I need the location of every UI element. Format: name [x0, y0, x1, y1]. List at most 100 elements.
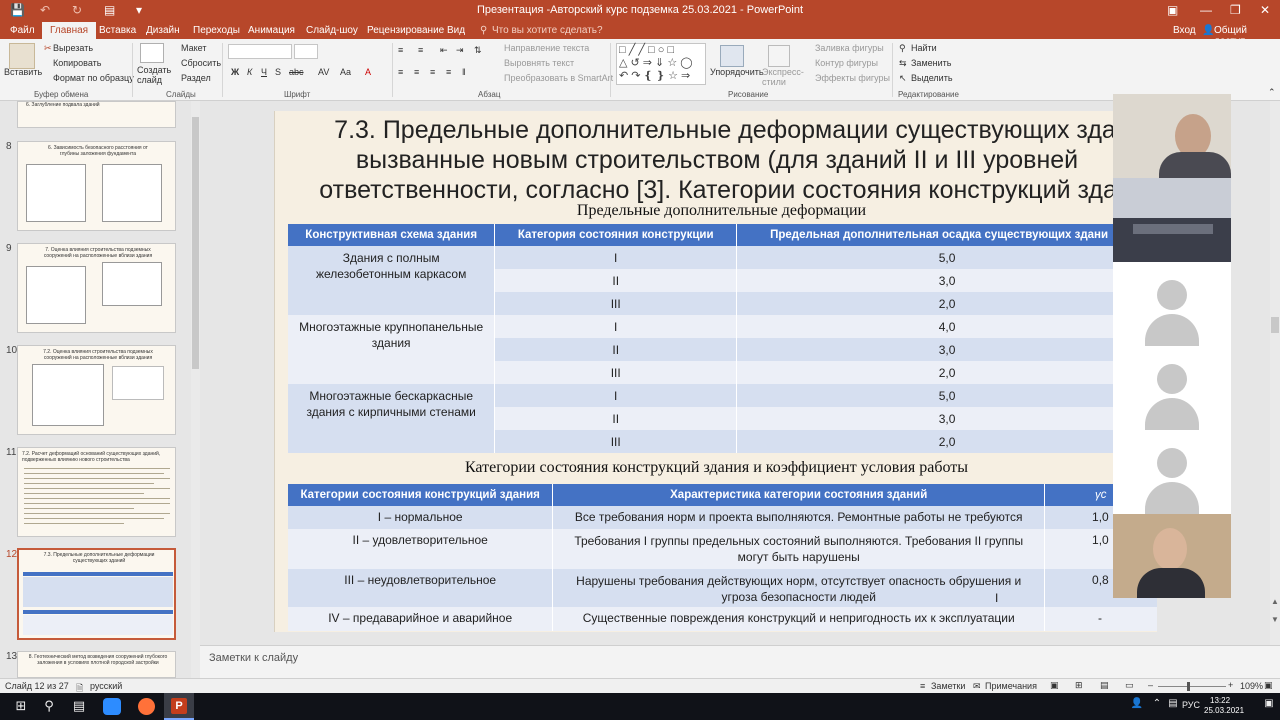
char-spacing-icon[interactable]: AV	[318, 67, 329, 77]
keyboard-language[interactable]: РУС	[1180, 700, 1202, 717]
tab-design[interactable]: Дизайн	[146, 25, 180, 36]
format-painter-button[interactable]: Формат по образцу	[53, 73, 134, 83]
language-indicator[interactable]: русский	[90, 681, 122, 691]
reading-view-icon[interactable]: ▤	[1100, 680, 1109, 691]
arrange-icon[interactable]	[720, 45, 744, 67]
strikethrough-icon[interactable]: abc	[289, 67, 304, 77]
paste-icon[interactable]	[9, 43, 35, 69]
italic-icon[interactable]: К	[247, 67, 252, 77]
outdent-icon[interactable]: ⇥	[456, 45, 464, 56]
bold-icon[interactable]: Ж	[231, 67, 239, 77]
line-spacing-icon[interactable]: ⇅	[474, 45, 482, 56]
align-text-button[interactable]: Выровнять текст	[504, 58, 574, 68]
zoom-slider-thumb[interactable]	[1187, 682, 1190, 691]
notes-toggle[interactable]: Заметки	[931, 681, 965, 691]
thumbnail-slide-13[interactable]: 8. Геотехнический метод возведения соору…	[17, 651, 176, 678]
numbering-icon[interactable]: ≡	[418, 45, 423, 55]
firefox-icon[interactable]	[138, 698, 155, 715]
next-slide-icon[interactable]: ▼	[1271, 615, 1279, 624]
tab-file[interactable]: Файл	[10, 25, 35, 36]
notifications-icon[interactable]: ▣	[1260, 698, 1278, 715]
sign-in-link[interactable]: Вход	[1173, 25, 1196, 36]
thumbnail-slide-12[interactable]: 7.3. Предельные дополнительные деформаци…	[17, 548, 176, 640]
restore-icon[interactable]: ❐	[1230, 3, 1241, 17]
slide-sorter-icon[interactable]: ⊞	[1075, 680, 1083, 691]
quick-styles-icon[interactable]	[768, 45, 790, 67]
new-slide-icon[interactable]	[140, 43, 164, 63]
thumbnail-slide-9[interactable]: 7. Оценка влияния строительства подземны…	[17, 243, 176, 333]
thumbnail-slide-7[interactable]: 6. Заглубление подвала зданий	[17, 101, 176, 128]
paste-button[interactable]: Вставить	[4, 67, 42, 77]
font-color-icon[interactable]: A	[365, 67, 371, 77]
participant-avatar-tile[interactable]	[1113, 262, 1231, 346]
columns-icon[interactable]: ‖	[462, 67, 466, 77]
prev-slide-icon[interactable]: ▲	[1271, 597, 1279, 606]
tab-slideshow[interactable]: Слайд-шоу	[306, 25, 358, 36]
font-size-box[interactable]	[294, 44, 318, 59]
tab-transitions[interactable]: Переходы	[193, 25, 240, 36]
quick-styles-button[interactable]: Экспресс-стили	[762, 67, 804, 87]
smartart-button[interactable]: Преобразовать в SmartArt	[504, 73, 613, 83]
tab-home[interactable]: Главная	[42, 22, 97, 39]
tell-me-icon[interactable]: ⚲	[480, 25, 487, 36]
collapse-ribbon-icon[interactable]: ⌃	[1268, 87, 1276, 98]
fit-slide-icon[interactable]: ▣	[1264, 680, 1273, 691]
shape-effects-button[interactable]: Эффекты фигуры	[815, 73, 890, 83]
thumbnail-scrollbar[interactable]	[191, 101, 200, 678]
clock-date[interactable]: 25.03.2021	[1204, 706, 1244, 715]
zoom-slider[interactable]	[1158, 686, 1226, 687]
participant-video-speaker[interactable]	[1113, 94, 1231, 178]
copy-button[interactable]: Копировать	[53, 58, 101, 68]
participant-avatar-tile[interactable]	[1113, 430, 1231, 514]
underline-icon[interactable]: Ч	[261, 67, 267, 77]
participant-video-man[interactable]	[1113, 514, 1231, 598]
select-button[interactable]: Выделить	[911, 73, 953, 83]
font-name-box[interactable]	[228, 44, 292, 59]
thumbnail-slide-10[interactable]: 7.2. Оценка влияния строительства подзем…	[17, 345, 176, 435]
justify-icon[interactable]: ≡	[446, 67, 451, 77]
zoom-out-icon[interactable]: –	[1148, 680, 1153, 690]
new-slide-button[interactable]: Создать слайд	[137, 65, 171, 85]
shape-fill-button[interactable]: Заливка фигуры	[815, 43, 884, 53]
text-direction-button[interactable]: Направление текста	[504, 43, 589, 53]
thumbnail-slide-8[interactable]: 6. Зависимость безопасного расстояния от…	[17, 141, 176, 231]
find-button[interactable]: Найти	[911, 43, 937, 53]
shape-outline-button[interactable]: Контур фигуры	[815, 58, 878, 68]
shadow-icon[interactable]: S	[275, 67, 281, 77]
reset-button[interactable]: Сбросить	[181, 58, 221, 68]
notes-pane[interactable]: Заметки к слайду	[200, 645, 1280, 678]
clock-time[interactable]: 13:22	[1210, 696, 1230, 705]
cut-button[interactable]: Вырезать	[53, 43, 93, 53]
current-slide[interactable]: 7.3. Предельные дополнительные деформаци…	[274, 111, 1157, 632]
tab-review[interactable]: Рецензирование	[367, 25, 444, 36]
ribbon-display-icon[interactable]: ▣	[1167, 3, 1178, 17]
align-center-icon[interactable]: ≡	[414, 67, 419, 77]
indent-icon[interactable]: ⇤	[440, 45, 448, 56]
minimize-icon[interactable]: —	[1200, 3, 1212, 17]
section-button[interactable]: Раздел	[181, 73, 211, 83]
replace-button[interactable]: Заменить	[911, 58, 951, 68]
arrange-button[interactable]: Упорядочить	[710, 67, 764, 77]
align-left-icon[interactable]: ≡	[398, 67, 403, 77]
change-case-icon[interactable]: Aa	[340, 67, 351, 77]
normal-view-icon[interactable]: ▣	[1050, 680, 1059, 691]
layout-button[interactable]: Макет	[181, 43, 206, 53]
close-icon[interactable]: ✕	[1260, 3, 1270, 17]
comments-toggle[interactable]: Примечания	[985, 681, 1037, 691]
bullets-icon[interactable]: ≡	[398, 45, 403, 55]
windows-start-icon[interactable]: ⊞	[12, 698, 30, 715]
participant-video-classroom[interactable]	[1113, 178, 1231, 262]
zoom-in-icon[interactable]: +	[1228, 680, 1233, 690]
tab-insert[interactable]: Вставка	[99, 25, 136, 36]
align-right-icon[interactable]: ≡	[430, 67, 435, 77]
tab-view[interactable]: Вид	[447, 25, 465, 36]
zoom-app-icon[interactable]	[103, 698, 121, 715]
people-icon[interactable]: 👤	[1128, 698, 1146, 715]
zoom-level[interactable]: 109%	[1240, 681, 1263, 691]
shapes-gallery[interactable]: □ ╱ ╱ □ ○ □ △ ↺ ⇒ ⇓ ☆ ◯ ↶ ↷ ❴ ❵ ☆ ⇒	[616, 43, 706, 85]
participant-avatar-tile[interactable]	[1113, 346, 1231, 430]
thumbnail-slide-11[interactable]: 7.2. Расчет деформаций оснований существ…	[17, 447, 176, 537]
slide-scrollbar[interactable]: ▲ ▼	[1270, 101, 1280, 645]
tell-me-box[interactable]: Что вы хотите сделать?	[492, 25, 603, 36]
powerpoint-taskbar-button[interactable]: P	[164, 693, 194, 720]
